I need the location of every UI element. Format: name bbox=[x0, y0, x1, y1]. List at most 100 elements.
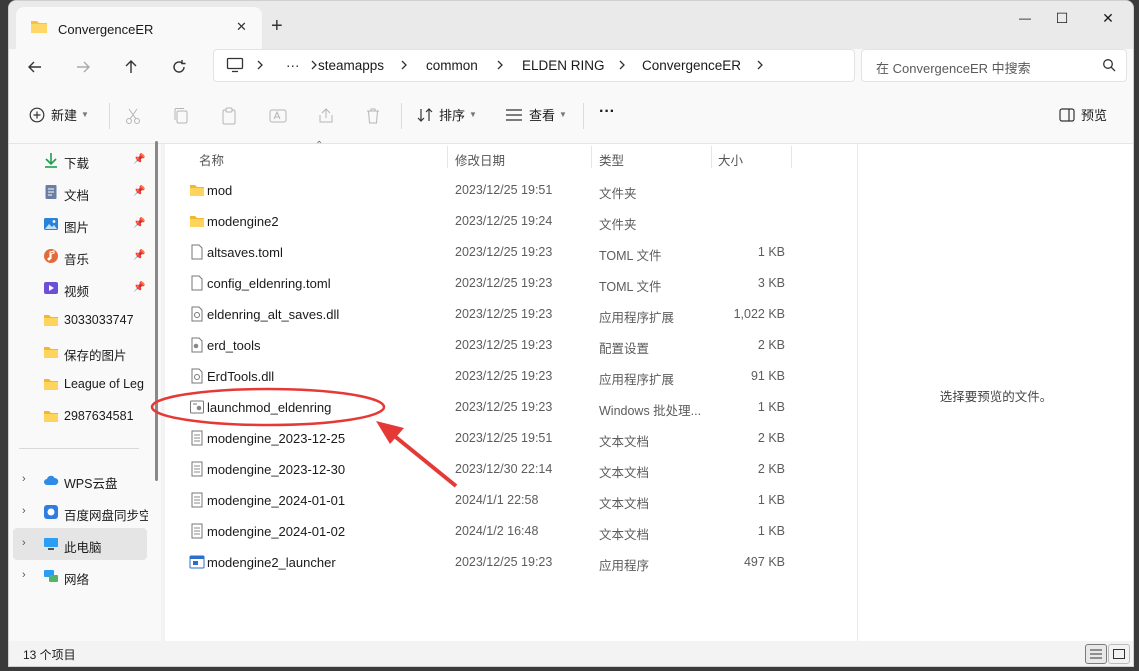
sidebar-item-label: 百度网盘同步空间 bbox=[64, 509, 148, 523]
sidebar-item-this-pc[interactable]: › 此电脑 bbox=[13, 528, 147, 560]
tab-convergenceer[interactable]: ConvergenceER ✕ bbox=[16, 7, 262, 49]
more-icon: ··· bbox=[599, 103, 615, 120]
file-date: 2024/1/1 22:58 bbox=[455, 493, 539, 507]
sidebar-item-baidu-sync[interactable]: › 百度网盘同步空间 bbox=[9, 496, 159, 528]
file-row-modengine-2023-12-30[interactable]: modengine_2023-12-30 2023/12/30 22:14 文本… bbox=[165, 454, 857, 485]
chevron-right-icon[interactable]: › bbox=[22, 505, 26, 517]
sidebar-item-music[interactable]: 音乐 📌 bbox=[9, 240, 159, 272]
sort-button[interactable]: 排序 ▼ bbox=[417, 105, 477, 124]
file-size: 1 KB bbox=[757, 524, 785, 538]
file-row-modengine-2023-12-25[interactable]: modengine_2023-12-25 2023/12/25 19:51 文本… bbox=[165, 423, 857, 454]
sidebar-item-label: 保存的图片 bbox=[64, 349, 127, 363]
new-tab-button[interactable]: + bbox=[271, 15, 289, 37]
view-button[interactable]: 查看 ▼ bbox=[505, 105, 567, 124]
file-row-config-eldenring[interactable]: config_eldenring.toml 2023/12/25 19:23 T… bbox=[165, 268, 857, 299]
file-date: 2023/12/25 19:23 bbox=[455, 245, 553, 259]
file-date: 2023/12/25 19:23 bbox=[455, 369, 553, 383]
copy-icon[interactable] bbox=[173, 107, 189, 125]
details-view-button[interactable] bbox=[1085, 644, 1107, 664]
file-row-erdtools-dll[interactable]: ErdTools.dll 2023/12/25 19:23 应用程序扩展 91 … bbox=[165, 361, 857, 392]
document-icon bbox=[45, 185, 57, 199]
file-name: launchmod_eldenring bbox=[207, 400, 332, 415]
rename-icon[interactable] bbox=[269, 107, 287, 125]
breadcrumb-more[interactable]: ··· bbox=[286, 58, 300, 73]
close-window-button[interactable]: ✕ bbox=[1085, 7, 1131, 29]
close-tab-icon[interactable]: ✕ bbox=[236, 19, 252, 35]
sidebar-item-saved-pictures[interactable]: 保存的图片 bbox=[9, 336, 159, 368]
file-row-erd-tools[interactable]: erd_tools 2023/12/25 19:23 配置设置 2 KB bbox=[165, 330, 857, 361]
file-icon bbox=[191, 275, 203, 291]
file-row-modengine2-launcher[interactable]: modengine2_launcher 2023/12/25 19:23 应用程… bbox=[165, 547, 857, 578]
maximize-icon: ☐ bbox=[1055, 9, 1069, 26]
column-separator[interactable] bbox=[591, 146, 592, 168]
sidebar-item-pictures[interactable]: 图片 📌 bbox=[9, 208, 159, 240]
file-name: modengine_2024-01-01 bbox=[207, 493, 346, 508]
file-type: 应用程序 bbox=[599, 559, 650, 573]
sidebar-item-wps-cloud[interactable]: › WPS云盘 bbox=[9, 464, 159, 496]
address-bar[interactable]: ··· steamapps common ELDEN RING Converge… bbox=[213, 49, 855, 82]
column-header-name[interactable]: 名称 bbox=[199, 150, 224, 169]
file-row-mod[interactable]: mod 2023/12/25 19:51 文件夹 bbox=[165, 175, 857, 206]
file-name: ErdTools.dll bbox=[207, 369, 275, 384]
view-icon bbox=[506, 108, 522, 121]
sidebar-item-downloads[interactable]: 下载 📌 bbox=[9, 144, 159, 176]
file-row-altsaves[interactable]: altsaves.toml 2023/12/25 19:23 TOML 文件 1… bbox=[165, 237, 857, 268]
sidebar-item-network[interactable]: › 网络 bbox=[9, 560, 159, 592]
sidebar-scrollbar[interactable] bbox=[155, 141, 158, 481]
sidebar-item-label: 此电脑 bbox=[64, 541, 102, 555]
chevron-right-icon[interactable]: › bbox=[22, 473, 26, 485]
file-name: config_eldenring.toml bbox=[207, 276, 331, 291]
column-header-type[interactable]: 类型 bbox=[599, 150, 624, 169]
breadcrumb-convergenceer[interactable]: ConvergenceER bbox=[642, 58, 741, 73]
breadcrumb-common[interactable]: common bbox=[426, 58, 478, 73]
folder-icon bbox=[44, 379, 58, 390]
file-name: modengine2 bbox=[207, 214, 279, 229]
column-header-row: 名称 ⌃ 修改日期 类型 大小 bbox=[165, 140, 857, 170]
column-separator[interactable] bbox=[447, 146, 448, 168]
file-row-modengine-2024-01-01[interactable]: modengine_2024-01-01 2024/1/1 22:58 文本文档… bbox=[165, 485, 857, 516]
folder-icon bbox=[190, 185, 204, 196]
tiles-view-button[interactable] bbox=[1108, 644, 1130, 664]
sidebar-item-2987634581[interactable]: 2987634581 bbox=[9, 400, 159, 432]
cut-icon[interactable] bbox=[125, 107, 141, 125]
file-type: 文本文档 bbox=[599, 528, 650, 542]
sidebar-item-label: League of Legends bbox=[64, 377, 144, 391]
sidebar-item-3033033747[interactable]: 3033033747 bbox=[9, 304, 159, 336]
up-button[interactable] bbox=[119, 55, 143, 79]
breadcrumb-elden-ring[interactable]: ELDEN RING bbox=[522, 58, 605, 73]
file-row-eldenring-alt-saves-dll[interactable]: eldenring_alt_saves.dll 2023/12/25 19:23… bbox=[165, 299, 857, 330]
column-header-date[interactable]: 修改日期 bbox=[455, 150, 505, 169]
more-options-button[interactable]: ··· bbox=[599, 103, 615, 121]
text-icon bbox=[191, 523, 203, 539]
sidebar-item-league-of-legends[interactable]: League of Legends bbox=[9, 368, 159, 400]
file-row-modengine2[interactable]: modengine2 2023/12/25 19:24 文件夹 bbox=[165, 206, 857, 237]
preview-pane-button[interactable]: 预览 bbox=[1059, 105, 1107, 124]
delete-icon[interactable] bbox=[365, 107, 381, 125]
file-row-modengine-2024-01-02[interactable]: modengine_2024-01-02 2024/1/2 16:48 文本文档… bbox=[165, 516, 857, 547]
column-header-size[interactable]: 大小 bbox=[718, 150, 743, 169]
file-date: 2023/12/25 19:23 bbox=[455, 555, 553, 569]
text-icon bbox=[191, 430, 203, 446]
sidebar-item-documents[interactable]: 文档 📌 bbox=[9, 176, 159, 208]
chevron-right-icon bbox=[496, 59, 504, 74]
column-separator[interactable] bbox=[711, 146, 712, 168]
file-row-launchmod-eldenring[interactable]: launchmod_eldenring 2023/12/25 19:23 Win… bbox=[165, 392, 857, 423]
search-input[interactable]: 在 ConvergenceER 中搜索 bbox=[861, 49, 1127, 82]
back-button[interactable] bbox=[23, 55, 47, 79]
breadcrumb-steamapps[interactable]: steamapps bbox=[318, 58, 384, 73]
paste-icon[interactable] bbox=[221, 107, 237, 125]
file-size: 2 KB bbox=[757, 431, 785, 445]
sort-ascending-icon: ⌃ bbox=[315, 140, 324, 151]
chevron-right-icon[interactable]: › bbox=[22, 569, 26, 581]
sidebar-item-videos[interactable]: 视频 📌 bbox=[9, 272, 159, 304]
maximize-button[interactable]: ☐ bbox=[1039, 7, 1085, 29]
file-size: 2 KB bbox=[757, 462, 785, 476]
network-icon bbox=[44, 570, 58, 582]
column-separator[interactable] bbox=[791, 146, 792, 168]
new-button[interactable]: 新建 ▼ bbox=[29, 105, 89, 124]
file-type: 配置设置 bbox=[599, 342, 650, 356]
refresh-button[interactable] bbox=[167, 55, 191, 79]
forward-button[interactable] bbox=[71, 55, 95, 79]
chevron-right-icon[interactable]: › bbox=[22, 537, 26, 549]
share-icon[interactable] bbox=[317, 107, 335, 125]
